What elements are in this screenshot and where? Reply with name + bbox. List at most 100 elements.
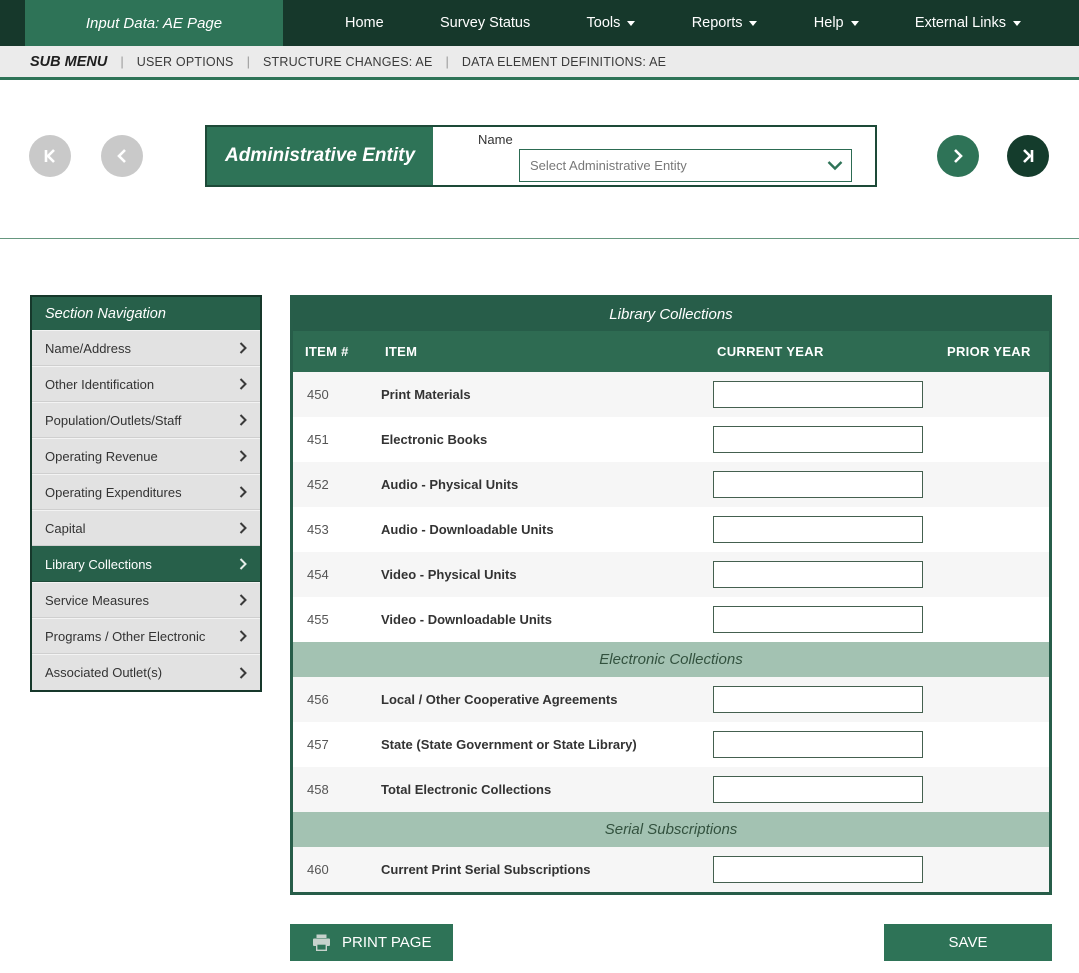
chevron-right-icon xyxy=(239,450,247,462)
sidebar-item-label: Other Identification xyxy=(45,377,154,392)
skip-first-icon xyxy=(41,148,59,164)
nav-item-external-links[interactable]: External Links xyxy=(915,15,1021,31)
chevron-left-icon xyxy=(116,148,128,164)
item-row-456: 456Local / Other Cooperative Agreements xyxy=(293,677,1049,722)
item-number: 455 xyxy=(293,597,373,642)
entity-panel-label: Administrative Entity xyxy=(207,127,433,185)
library-collections-panel: Library Collections ITEM # ITEM CURRENT … xyxy=(290,295,1052,895)
save-button[interactable]: SAVE xyxy=(884,924,1052,961)
current-year-input-450[interactable] xyxy=(713,381,923,408)
sidebar-item-label: Service Measures xyxy=(45,593,149,608)
sub-menu-item-structure-changes-ae[interactable]: STRUCTURE CHANGES: AE xyxy=(263,55,433,69)
sidebar-item-other-identification[interactable]: Other Identification xyxy=(32,366,260,402)
item-row-451: 451Electronic Books xyxy=(293,417,1049,462)
skip-last-icon xyxy=(1019,148,1037,164)
nav-item-label: Help xyxy=(814,15,844,31)
nav-item-label: Tools xyxy=(587,15,621,31)
item-label: Local / Other Cooperative Agreements xyxy=(373,677,705,722)
sidebar-item-programs-other-electronic[interactable]: Programs / Other Electronic xyxy=(32,618,260,654)
sub-menu-item-data-element-definitions-ae[interactable]: DATA ELEMENT DEFINITIONS: AE xyxy=(462,55,666,69)
last-entity-button[interactable] xyxy=(1007,135,1049,177)
nav-item-home[interactable]: Home xyxy=(345,15,384,31)
item-label: Audio - Physical Units xyxy=(373,462,705,507)
item-number: 456 xyxy=(293,677,373,722)
current-year-cell xyxy=(705,597,935,642)
sidebar-title: Section Navigation xyxy=(32,297,260,330)
caret-down-icon xyxy=(627,21,635,30)
sub-menu-item-user-options[interactable]: USER OPTIONS xyxy=(137,55,234,69)
nav-item-survey-status[interactable]: Survey Status xyxy=(440,15,530,31)
chevron-right-icon xyxy=(239,630,247,642)
tab-input-data-ae-page[interactable]: Input Data: AE Page xyxy=(25,0,283,46)
sidebar-item-associated-outlet-s[interactable]: Associated Outlet(s) xyxy=(32,654,260,690)
current-year-cell xyxy=(705,722,935,767)
printer-icon xyxy=(312,934,331,951)
sidebar-item-label: Library Collections xyxy=(45,557,152,572)
item-number: 458 xyxy=(293,767,373,812)
sidebar-item-label: Programs / Other Electronic xyxy=(45,629,205,644)
sidebar-item-library-collections[interactable]: Library Collections xyxy=(32,546,260,582)
sidebar-item-operating-expenditures[interactable]: Operating Expenditures xyxy=(32,474,260,510)
prior-year-cell xyxy=(935,847,1049,892)
column-header-prior-year: PRIOR YEAR xyxy=(935,331,1049,372)
current-year-input-454[interactable] xyxy=(713,561,923,588)
previous-entity-button[interactable] xyxy=(101,135,143,177)
entity-selector-box: Administrative Entity Name Select Admini… xyxy=(205,125,877,187)
nav-item-tools[interactable]: Tools xyxy=(587,15,636,31)
column-header-item-number: ITEM # xyxy=(293,331,373,372)
current-year-cell xyxy=(705,847,935,892)
section-label: Serial Subscriptions xyxy=(293,812,1049,847)
current-year-input-455[interactable] xyxy=(713,606,923,633)
current-year-cell xyxy=(705,677,935,722)
print-page-button[interactable]: PRINT PAGE xyxy=(290,924,453,961)
item-label: Video - Physical Units xyxy=(373,552,705,597)
current-year-cell xyxy=(705,372,935,417)
entity-select-wrap: Select Administrative Entity xyxy=(519,149,852,182)
nav-item-help[interactable]: Help xyxy=(814,15,859,31)
prior-year-cell xyxy=(935,722,1049,767)
item-row-457: 457State (State Government or State Libr… xyxy=(293,722,1049,767)
next-entity-button[interactable] xyxy=(937,135,979,177)
sub-menu-title: SUB MENU xyxy=(30,54,107,70)
current-year-input-452[interactable] xyxy=(713,471,923,498)
item-number: 450 xyxy=(293,372,373,417)
item-number: 457 xyxy=(293,722,373,767)
prior-year-cell xyxy=(935,677,1049,722)
chevron-right-icon xyxy=(239,342,247,354)
item-row-455: 455Video - Downloadable Units xyxy=(293,597,1049,642)
chevron-right-icon xyxy=(239,378,247,390)
prior-year-cell xyxy=(935,372,1049,417)
current-year-input-456[interactable] xyxy=(713,686,923,713)
prior-year-cell xyxy=(935,462,1049,507)
caret-down-icon xyxy=(1013,21,1021,30)
current-year-cell xyxy=(705,462,935,507)
current-year-input-457[interactable] xyxy=(713,731,923,758)
nav-item-label: External Links xyxy=(915,15,1006,31)
current-year-cell xyxy=(705,417,935,462)
column-header-item: ITEM xyxy=(373,331,705,372)
item-label: Audio - Downloadable Units xyxy=(373,507,705,552)
item-number: 460 xyxy=(293,847,373,892)
sidebar-items: Name/Address Other Identification Populati… xyxy=(32,330,260,690)
first-entity-button[interactable] xyxy=(29,135,71,177)
item-number: 451 xyxy=(293,417,373,462)
current-year-input-451[interactable] xyxy=(713,426,923,453)
sidebar-item-capital[interactable]: Capital xyxy=(32,510,260,546)
sub-menu-items: |USER OPTIONS|STRUCTURE CHANGES: AE|DATA… xyxy=(107,53,666,71)
current-year-input-453[interactable] xyxy=(713,516,923,543)
sidebar-item-service-measures[interactable]: Service Measures xyxy=(32,582,260,618)
separator: | xyxy=(446,54,449,69)
sidebar-item-name-address[interactable]: Name/Address xyxy=(32,330,260,366)
current-year-input-460[interactable] xyxy=(713,856,923,883)
item-label: Electronic Books xyxy=(373,417,705,462)
separator: | xyxy=(247,54,250,69)
main-content: Section Navigation Name/Address Other Ide… xyxy=(0,239,1079,895)
current-year-input-458[interactable] xyxy=(713,776,923,803)
prior-year-cell xyxy=(935,767,1049,812)
sidebar-item-operating-revenue[interactable]: Operating Revenue xyxy=(32,438,260,474)
nav-item-reports[interactable]: Reports xyxy=(692,15,758,31)
sidebar-item-population-outlets-staff[interactable]: Population/Outlets/Staff xyxy=(32,402,260,438)
column-header-current-year: CURRENT YEAR xyxy=(705,331,935,372)
nav-item-label: Survey Status xyxy=(440,15,530,31)
administrative-entity-select[interactable]: Select Administrative Entity xyxy=(519,149,852,182)
